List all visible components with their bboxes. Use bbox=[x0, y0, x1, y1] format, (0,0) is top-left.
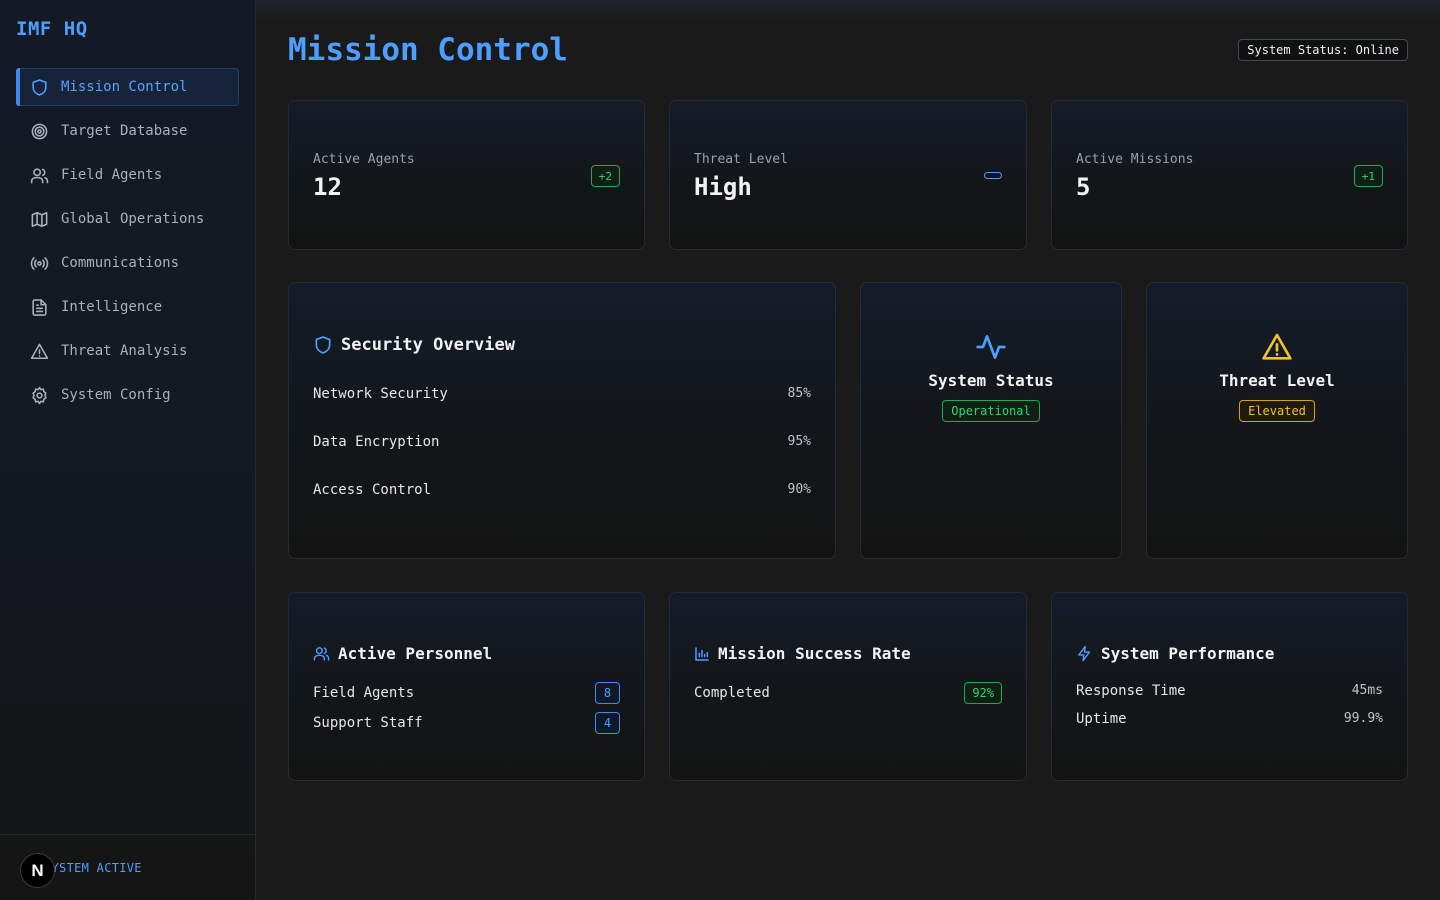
mission-success-card: Mission Success Rate Completed 92% bbox=[669, 592, 1027, 781]
stat-card-active-missions: Active Missions 5 +1 bbox=[1051, 100, 1408, 250]
target-icon bbox=[29, 121, 49, 141]
card-title: System Status bbox=[928, 371, 1054, 390]
card-title: Active Personnel bbox=[313, 644, 492, 663]
shield-icon bbox=[315, 336, 331, 354]
system-performance-card: System Performance Response Time 45ms Up… bbox=[1051, 592, 1408, 781]
gear-icon bbox=[29, 385, 49, 405]
performance-row: Response Time 45ms bbox=[1076, 683, 1383, 699]
stat-label: Threat Level bbox=[694, 152, 788, 167]
sidebar-item-label: Intelligence bbox=[61, 299, 163, 315]
mission-row: Completed 92% bbox=[694, 682, 1002, 704]
sidebar-item-label: Mission Control bbox=[61, 79, 188, 95]
lightning-icon bbox=[1078, 645, 1091, 662]
neutral-indicator bbox=[984, 172, 1002, 179]
security-row: Network Security 85% bbox=[313, 386, 811, 402]
security-row: Data Encryption 95% bbox=[313, 434, 811, 450]
radio-icon bbox=[29, 253, 49, 273]
delta-badge: +2 bbox=[590, 165, 620, 187]
threat-badge: Elevated bbox=[1239, 400, 1315, 422]
stat-card-active-agents: Active Agents 12 +2 bbox=[288, 100, 645, 250]
sidebar-item-label: Target Database bbox=[61, 123, 188, 139]
sidebar-footer: SYSTEM ACTIVE N bbox=[0, 834, 255, 900]
stat-card-threat-level: Threat Level High bbox=[669, 100, 1027, 250]
stat-value: 12 bbox=[313, 173, 342, 201]
activity-icon bbox=[976, 335, 1006, 359]
personnel-row: Support Staff 4 bbox=[313, 712, 620, 734]
percent-badge: 92% bbox=[964, 682, 1002, 704]
sidebar-item-label: Field Agents bbox=[61, 167, 163, 183]
stat-label: Active Agents bbox=[313, 152, 415, 167]
stat-value: High bbox=[694, 173, 752, 201]
card-title: Threat Level bbox=[1219, 371, 1335, 390]
stat-label: Active Missions bbox=[1076, 152, 1194, 167]
sidebar-item-intelligence[interactable]: Intelligence bbox=[16, 288, 239, 326]
shield-icon bbox=[29, 77, 49, 97]
map-icon bbox=[29, 209, 49, 229]
delta-badge: +1 bbox=[1353, 165, 1383, 187]
users-icon bbox=[313, 647, 330, 661]
sidebar-item-label: Communications bbox=[61, 255, 180, 271]
top-glow bbox=[256, 0, 1440, 22]
count-badge: 8 bbox=[595, 682, 620, 704]
performance-row: Uptime 99.9% bbox=[1076, 711, 1383, 727]
sidebar-nav: Mission Control Target Database Field Ag… bbox=[16, 68, 239, 420]
sidebar-item-field-agents[interactable]: Field Agents bbox=[16, 156, 239, 194]
system-active-indicator: SYSTEM ACTIVE bbox=[44, 861, 142, 875]
sidebar: IMF HQ Mission Control Target Database F… bbox=[0, 0, 256, 900]
document-icon bbox=[29, 297, 49, 317]
security-overview-card: Security Overview Network Security 85% D… bbox=[288, 282, 836, 559]
sidebar-item-threat-analysis[interactable]: Threat Analysis bbox=[16, 332, 239, 370]
dev-tools-badge[interactable]: N bbox=[20, 853, 55, 888]
card-title: Security Overview bbox=[313, 335, 515, 355]
sidebar-item-mission-control[interactable]: Mission Control bbox=[16, 68, 239, 106]
sidebar-item-label: Threat Analysis bbox=[61, 343, 188, 359]
active-personnel-card: Active Personnel Field Agents 8 Support … bbox=[288, 592, 645, 781]
sidebar-item-label: Global Operations bbox=[61, 211, 205, 227]
sidebar-item-system-config[interactable]: System Config bbox=[16, 376, 239, 414]
status-badge: Operational bbox=[942, 400, 1040, 422]
brand-logo: IMF HQ bbox=[16, 18, 88, 40]
sidebar-item-communications[interactable]: Communications bbox=[16, 244, 239, 282]
system-status-badge: System Status: Online bbox=[1238, 39, 1408, 61]
card-title: System Performance bbox=[1076, 644, 1274, 663]
sidebar-item-target-database[interactable]: Target Database bbox=[16, 112, 239, 150]
stat-value: 5 bbox=[1076, 173, 1091, 201]
security-row: Access Control 90% bbox=[313, 482, 811, 498]
warning-icon bbox=[1262, 333, 1292, 360]
bar-chart-icon bbox=[695, 646, 709, 661]
count-badge: 4 bbox=[595, 712, 620, 734]
system-status-card: System Status Operational bbox=[860, 282, 1122, 559]
threat-level-card: Threat Level Elevated bbox=[1146, 282, 1408, 559]
personnel-row: Field Agents 8 bbox=[313, 682, 620, 704]
page-title: Mission Control bbox=[288, 32, 568, 68]
warning-icon bbox=[29, 341, 49, 361]
card-title: Mission Success Rate bbox=[694, 644, 911, 663]
sidebar-item-label: System Config bbox=[61, 387, 171, 403]
users-icon bbox=[29, 165, 49, 185]
sidebar-item-global-operations[interactable]: Global Operations bbox=[16, 200, 239, 238]
